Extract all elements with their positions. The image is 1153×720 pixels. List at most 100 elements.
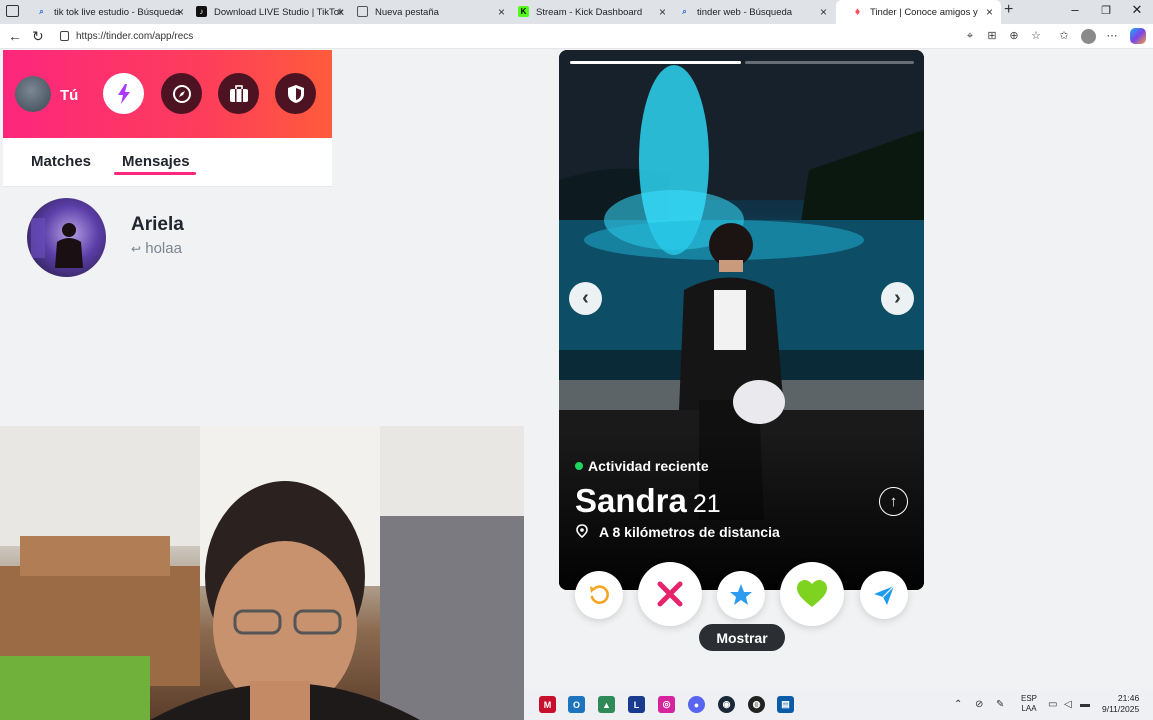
address-bar[interactable]: https://tinder.com/app/recs bbox=[54, 27, 954, 46]
previous-photo-button[interactable]: ‹ bbox=[569, 282, 602, 315]
tab-title: Nueva pestaña bbox=[375, 6, 439, 18]
navigation-bar: ← ↻ https://tinder.com/app/recs ⌖ ⊞ ⊕ ☆ … bbox=[0, 24, 1153, 49]
site-info-icon[interactable] bbox=[60, 31, 69, 41]
chevron-right-icon: › bbox=[894, 287, 901, 309]
reply-icon: ↩ bbox=[131, 242, 142, 256]
chevron-up-icon[interactable]: ⌃ bbox=[954, 699, 962, 710]
tab-title: tinder web - Búsqueda bbox=[697, 6, 793, 18]
boost-button[interactable] bbox=[103, 73, 144, 114]
heart-icon bbox=[797, 580, 827, 607]
favorite-star-icon[interactable]: ☆ bbox=[1029, 29, 1043, 43]
sidebar-tabs: Matches Mensajes bbox=[3, 138, 332, 187]
mcafee-icon[interactable]: M bbox=[539, 696, 556, 713]
zoom-icon[interactable]: ⊕ bbox=[1007, 29, 1021, 43]
language-indicator[interactable]: ESP LAA bbox=[1021, 694, 1037, 714]
language-code: ESP bbox=[1021, 694, 1038, 703]
close-tab-icon[interactable]: × bbox=[986, 5, 993, 19]
tab-title: tik tok live estudio - Búsqueda bbox=[54, 6, 181, 18]
open-profile-button[interactable]: ↑ bbox=[879, 487, 908, 516]
page-icon bbox=[357, 6, 368, 17]
system-clock[interactable]: 21:46 9/11/2025 bbox=[1102, 693, 1139, 715]
message-preview: ↩ holaa bbox=[131, 240, 182, 257]
briefcase-button[interactable] bbox=[218, 73, 259, 114]
profile-card[interactable]: ‹ › Actividad reciente Sandra 21 A 8 kiló… bbox=[559, 50, 924, 590]
activity-text: Actividad reciente bbox=[588, 458, 709, 474]
app-window-icon[interactable]: ▤ bbox=[777, 696, 794, 713]
pen-icon[interactable]: ✎ bbox=[996, 699, 1004, 710]
chart-app-icon[interactable]: ▲ bbox=[598, 696, 615, 713]
rewind-button[interactable] bbox=[575, 571, 623, 619]
like-button[interactable] bbox=[780, 562, 844, 626]
match-avatar[interactable] bbox=[27, 198, 106, 277]
back-icon[interactable]: ← bbox=[8, 28, 22, 44]
more-options-icon[interactable]: ⋯ bbox=[1105, 29, 1119, 43]
instagram-icon[interactable]: ◎ bbox=[658, 696, 675, 713]
location-icon[interactable]: ⌖ bbox=[963, 29, 977, 43]
browser-tab[interactable]: ⌕ tinder web - Búsqueda × bbox=[663, 0, 835, 24]
profile-avatar[interactable] bbox=[1081, 29, 1096, 44]
restore-icon[interactable]: ❐ bbox=[1096, 4, 1116, 17]
show-button[interactable]: Mostrar bbox=[699, 624, 785, 651]
profile-age: 21 bbox=[692, 490, 721, 518]
photo-progress-inactive bbox=[745, 61, 914, 64]
arrow-up-icon: ↑ bbox=[889, 493, 898, 510]
new-tab-button[interactable]: + bbox=[1004, 1, 1013, 19]
online-dot bbox=[575, 462, 583, 470]
refresh-icon[interactable]: ↻ bbox=[32, 28, 44, 45]
volume-icon[interactable]: ◁ bbox=[1064, 699, 1072, 710]
app-available-icon[interactable]: ⊞ bbox=[985, 29, 999, 43]
browser-tab-active[interactable]: ♦ Tinder | Conoce amigos y gente n × bbox=[836, 0, 1001, 24]
webcam-overlay bbox=[0, 426, 524, 720]
tab-title: Download LIVE Studio | TikTok bbox=[214, 6, 344, 18]
rewind-icon bbox=[590, 585, 609, 604]
lightning-icon bbox=[117, 83, 130, 104]
nope-button[interactable] bbox=[638, 562, 702, 626]
shield-icon bbox=[287, 84, 304, 103]
network-off-icon[interactable]: ⊘ bbox=[975, 699, 983, 710]
copilot-icon[interactable] bbox=[1130, 28, 1146, 44]
close-window-icon[interactable]: ✕ bbox=[1127, 2, 1147, 18]
profile-name: Sandra 21 bbox=[575, 482, 721, 520]
browser-tab[interactable]: K Stream - Kick Dashboard × bbox=[502, 0, 674, 24]
tab-messages[interactable]: Mensajes bbox=[122, 153, 190, 170]
monitor-icon[interactable]: ▭ bbox=[1048, 699, 1057, 710]
steam-icon[interactable]: ◉ bbox=[718, 696, 735, 713]
tab-title: Tinder | Conoce amigos y gente n bbox=[870, 6, 980, 18]
location-pin-icon bbox=[576, 524, 588, 538]
browser-tab[interactable]: ♪ Download LIVE Studio | TikTok × bbox=[180, 0, 352, 24]
profile-distance: A 8 kilómetros de distancia bbox=[599, 524, 780, 540]
next-photo-button[interactable]: › bbox=[881, 282, 914, 315]
search-icon: ⌕ bbox=[39, 6, 44, 16]
super-like-button[interactable] bbox=[717, 571, 765, 619]
discord-icon[interactable]: ● bbox=[688, 696, 705, 713]
obs-icon[interactable]: ◍ bbox=[748, 696, 765, 713]
safety-button[interactable] bbox=[275, 73, 316, 114]
minimize-icon[interactable]: – bbox=[1065, 2, 1085, 17]
l-app-icon[interactable]: L bbox=[628, 696, 645, 713]
browser-tab[interactable]: ⌕ tik tok live estudio - Búsqueda × bbox=[20, 0, 192, 24]
user-avatar[interactable] bbox=[15, 76, 51, 112]
outlook-icon[interactable]: O bbox=[568, 696, 585, 713]
message-preview-text: holaa bbox=[145, 240, 182, 257]
clock-time: 21:46 bbox=[1117, 693, 1140, 703]
match-name: Ariela bbox=[131, 214, 184, 235]
browser-tab[interactable]: Nueva pestaña × bbox=[341, 0, 513, 24]
activity-status: Actividad reciente bbox=[575, 458, 709, 474]
send-message-button[interactable] bbox=[860, 571, 908, 619]
close-x-icon bbox=[657, 581, 683, 607]
favorites-icon[interactable]: ✩ bbox=[1057, 29, 1071, 43]
kick-icon: K bbox=[518, 6, 529, 17]
briefcase-icon bbox=[229, 84, 248, 102]
tab-actions-menu-icon[interactable] bbox=[6, 5, 19, 17]
tab-matches[interactable]: Matches bbox=[31, 153, 91, 170]
tab-title: Stream - Kick Dashboard bbox=[536, 6, 643, 18]
close-tab-icon[interactable]: × bbox=[820, 5, 827, 19]
taskbar: M O ▲ L ◎ ● ◉ ◍ ▤ ⌃ ⊘ ✎ ESP LAA ▭ ◁ ▬ 21… bbox=[524, 689, 1153, 720]
tinder-flame-icon: ♦ bbox=[854, 5, 861, 18]
user-label[interactable]: Tú bbox=[60, 87, 78, 104]
search-icon: ⌕ bbox=[682, 6, 687, 16]
battery-icon[interactable]: ▬ bbox=[1080, 699, 1090, 710]
explore-button[interactable] bbox=[161, 73, 202, 114]
sidebar: Tú Matches Mensajes Ariela ↩ holaa bbox=[3, 50, 332, 426]
compass-icon bbox=[172, 84, 191, 103]
